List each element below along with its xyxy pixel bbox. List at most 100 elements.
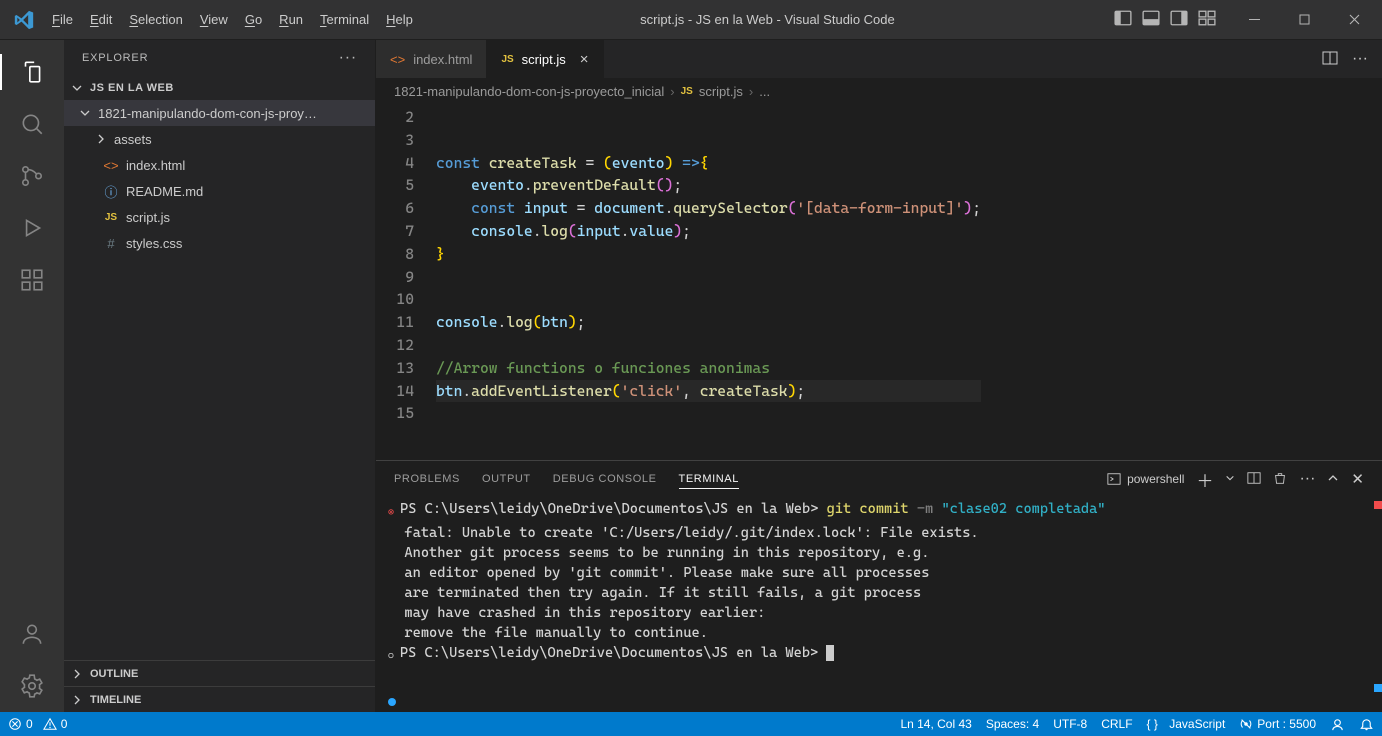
kill-terminal-icon[interactable] [1273,471,1287,488]
customize-layout-icon[interactable] [1198,9,1216,30]
tree-entry-label: assets [114,132,152,147]
timeline-label: TIMELINE [90,694,141,706]
file-README-md[interactable]: ⓘREADME.md [64,178,375,204]
menubar: FileEditSelectionViewGoRunTerminalHelp [44,8,421,31]
js-file-icon: JS [681,86,693,97]
panel-tab-problems[interactable]: PROBLEMS [394,470,460,488]
project-header[interactable]: JS EN LA WEB [64,76,375,100]
activity-account-icon[interactable] [6,608,58,660]
menu-run[interactable]: Run [271,8,311,31]
tree-entry-label: styles.css [126,236,182,251]
terminal-body[interactable]: ⊗PS C:\Users\leidy\OneDrive\Documentos\J… [376,497,1382,712]
activity-explorer-icon[interactable] [6,46,58,98]
menu-selection[interactable]: Selection [121,8,190,31]
close-panel-icon[interactable]: ✕ [1351,470,1364,488]
terminal-dropdown-icon[interactable] [1225,472,1235,486]
toggle-secondary-sidebar-icon[interactable] [1170,9,1188,30]
terminal-profile-indicator[interactable]: powershell [1107,472,1184,486]
activity-extensions-icon[interactable] [6,254,58,306]
split-terminal-icon[interactable] [1247,471,1261,488]
status-lang[interactable]: { } JavaScript [1147,717,1226,731]
tab-index-html[interactable]: <> index.html [376,40,487,78]
chevron-right-icon [70,667,84,681]
statusbar: 0 0 Ln 14, Col 43 Spaces: 4 UTF-8 CRLF {… [0,712,1382,736]
status-bell-icon[interactable] [1359,717,1374,732]
tab-bar: <> index.html JS script.js × ··· [376,40,1382,78]
menu-help[interactable]: Help [378,8,421,31]
panel-tab-debug-console[interactable]: DEBUG CONSOLE [553,470,657,488]
breadcrumb-file[interactable]: script.js [699,84,743,99]
status-errors[interactable]: 0 0 [8,717,67,731]
minimap[interactable] [1260,168,1370,248]
chevron-right-icon [94,132,108,146]
toggle-panel-icon[interactable] [1142,9,1160,30]
menu-edit[interactable]: Edit [82,8,120,31]
outline-header[interactable]: OUTLINE [64,660,375,686]
menu-terminal[interactable]: Terminal [312,8,377,31]
status-eol[interactable]: CRLF [1101,717,1132,731]
js-file-icon: JS [105,212,117,223]
file-index-html[interactable]: <>index.html [64,152,375,178]
editor-more-icon[interactable]: ··· [1352,50,1368,68]
split-editor-icon[interactable] [1322,50,1338,69]
panel-more-icon[interactable]: ··· [1299,470,1315,488]
activity-run-debug-icon[interactable] [6,202,58,254]
sidebar: EXPLORER ··· JS EN LA WEB 1821-manipulan… [64,40,376,712]
window-minimize-icon[interactable] [1234,4,1274,36]
terminal-shell-label: powershell [1127,472,1184,486]
project-name: JS EN LA WEB [90,82,174,94]
warning-count-icon [43,717,57,731]
menu-go[interactable]: Go [237,8,270,31]
activity-scm-icon[interactable] [6,150,58,202]
chevron-down-icon [78,106,92,120]
sidebar-more-icon[interactable]: ··· [339,49,357,67]
breadcrumb-tail[interactable]: ... [759,84,770,99]
timeline-header[interactable]: TIMELINE [64,686,375,712]
maximize-panel-icon[interactable] [1327,472,1339,487]
braces-icon: { } [1147,717,1158,731]
tab-label: script.js [522,52,566,67]
chevron-right-icon: › [670,84,674,99]
breadcrumbs[interactable]: 1821-manipulando-dom-con-js-proyecto_ini… [376,78,1382,104]
outline-label: OUTLINE [90,668,138,680]
file-styles-css[interactable]: # styles.css [64,230,375,256]
vscode-logo-icon [8,10,40,30]
toggle-primary-sidebar-icon[interactable] [1114,9,1132,30]
activity-settings-icon[interactable] [6,660,58,712]
status-encoding[interactable]: UTF-8 [1053,717,1087,731]
panel-tab-output[interactable]: OUTPUT [482,470,531,488]
folder-assets[interactable]: assets [64,126,375,152]
window-close-icon[interactable] [1334,4,1374,36]
panel-tab-terminal[interactable]: TERMINAL [679,470,739,489]
chevron-right-icon: › [749,84,753,99]
html-file-icon: <> [390,52,405,67]
chevron-down-icon [70,81,84,95]
tab-script-js[interactable]: JS script.js × [487,40,603,78]
root-folder[interactable]: 1821-manipulando-dom-con-js-proy… [64,100,375,126]
new-terminal-icon[interactable]: ＋ [1196,467,1213,492]
menu-view[interactable]: View [192,8,236,31]
status-feedback-icon[interactable] [1330,717,1345,732]
tab-label: index.html [413,52,472,67]
root-folder-label: 1821-manipulando-dom-con-js-proy… [98,106,317,121]
css-file-icon: # [107,236,114,251]
panel-tab-bar: PROBLEMS OUTPUT DEBUG CONSOLE TERMINAL powe… [376,461,1382,497]
window-maximize-icon[interactable] [1284,4,1324,36]
status-live-server[interactable]: Port : 5500 [1239,717,1316,731]
breadcrumb-path[interactable]: 1821-manipulando-dom-con-js-proyecto_ini… [394,84,664,99]
titlebar: FileEditSelectionViewGoRunTerminalHelp s… [0,0,1382,40]
status-spaces[interactable]: Spaces: 4 [986,717,1039,731]
line-number-gutter: 23456789101112131415 [376,104,436,460]
chevron-right-icon [70,693,84,707]
close-tab-icon[interactable]: × [580,51,589,68]
js-file-icon: JS [501,54,513,65]
menu-file[interactable]: File [44,8,81,31]
status-warning-count: 0 [61,717,68,731]
tree-entry-label: index.html [126,158,185,173]
file-script-js[interactable]: JSscript.js [64,204,375,230]
status-cursor[interactable]: Ln 14, Col 43 [900,717,971,731]
broadcast-icon [1239,717,1253,731]
code-lines[interactable]: const createTask = (evento) =>{ evento.p… [436,104,981,460]
code-editor[interactable]: 23456789101112131415 const createTask = … [376,104,1382,460]
activity-search-icon[interactable] [6,98,58,150]
